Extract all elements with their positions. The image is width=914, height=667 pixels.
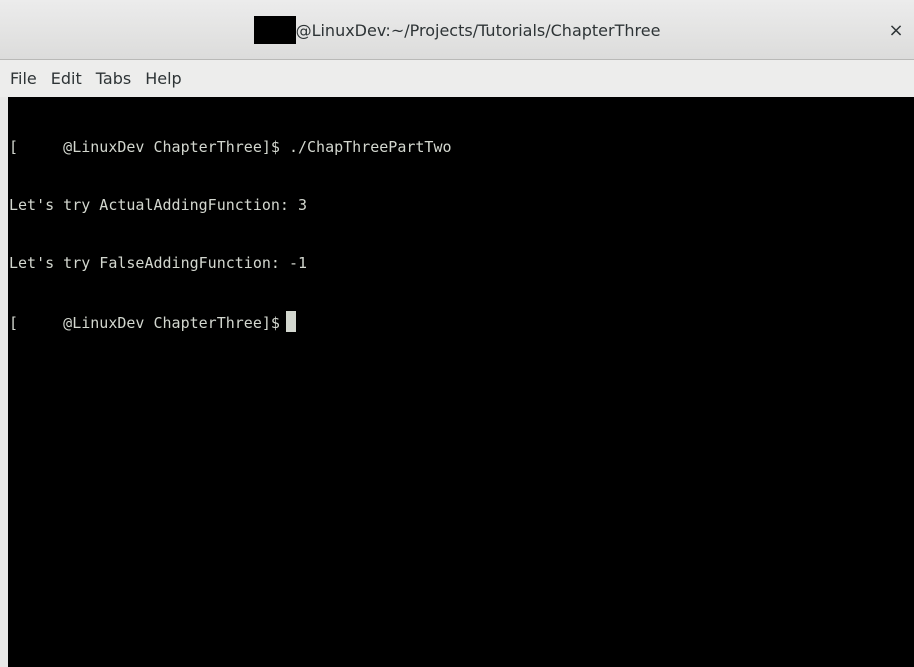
terminal-line-prompt: [ @LinuxDev ChapterThree]$ [9,311,906,333]
shell-prompt: [ @LinuxDev ChapterThree]$ [9,314,280,333]
terminal-line-actual-adding: Let's try ActualAddingFunction: 3 [9,196,308,214]
terminal-text: [ @LinuxDev ChapterThree]$ ./ChapThreePa… [8,97,906,667]
menu-help[interactable]: Help [141,69,189,88]
terminal-line-command: [ @LinuxDev ChapterThree]$ ./ChapThreePa… [9,138,452,157]
close-icon: × [888,19,904,41]
menu-file[interactable]: File [6,69,45,88]
menu-bar: File Edit Tabs Help [0,60,914,97]
window-title-container: @LinuxDev:~/Projects/Tutorials/ChapterTh… [0,15,914,45]
terminal-line-false-adding: Let's try FalseAddingFunction: -1 [9,253,308,272]
close-button[interactable]: × [884,18,908,42]
menu-tabs[interactable]: Tabs [92,69,139,88]
terminal-window: @LinuxDev:~/Projects/Tutorials/ChapterTh… [0,0,914,667]
text-cursor [285,311,296,333]
menu-edit[interactable]: Edit [47,69,90,88]
title-bar[interactable]: @LinuxDev:~/Projects/Tutorials/ChapterTh… [0,0,914,60]
terminal-output-area[interactable]: [ @LinuxDev ChapterThree]$ ./ChapThreePa… [8,97,914,667]
window-title: @LinuxDev:~/Projects/Tutorials/ChapterTh… [295,20,661,40]
terminal-scrollbar[interactable] [906,97,914,667]
redacted-username-block [253,16,296,44]
